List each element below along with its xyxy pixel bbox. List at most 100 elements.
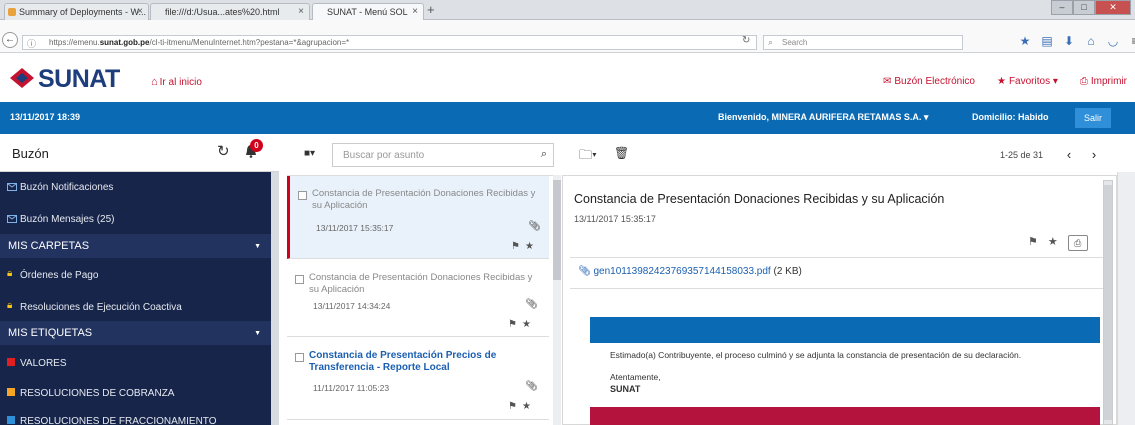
message-date: 11/11/2017 11:05:23 (313, 383, 390, 393)
section-title: MIS CARPETAS (8, 240, 90, 252)
bookmark-star-icon[interactable]: ★ (1018, 34, 1032, 48)
lock-icon: 🔒︎ (7, 300, 13, 311)
minimize-icon[interactable]: – (1051, 0, 1073, 15)
maximize-icon[interactable]: □ (1073, 0, 1095, 15)
message-item[interactable]: Constancia de Presentación Donaciones Re… (287, 176, 549, 259)
paperclip-icon: 📎︎ (528, 221, 541, 232)
sidebar-item-buzon-notificaciones[interactable]: Buzón Notificaciones (0, 172, 279, 200)
tag-square-icon (7, 388, 16, 397)
download-icon[interactable]: ⬇ (1062, 34, 1076, 48)
imprimir-label: Imprimir (1090, 76, 1127, 87)
sidebar: Buzón Notificaciones Buzón Mensajes (25)… (0, 172, 279, 425)
message-item[interactable]: Constancia de Presentación Precios de Tr… (287, 338, 549, 420)
printer-icon: ⎙ (1079, 76, 1088, 87)
reading-list-icon[interactable]: ▤ (1040, 34, 1054, 48)
logout-button[interactable]: Salir (1075, 108, 1111, 128)
back-arrow-icon[interactable]: ← (2, 32, 18, 48)
message-list-scroll-thumb[interactable] (553, 180, 561, 280)
trash-icon[interactable]: 🗑︎ (614, 146, 629, 160)
sidebar-item-resoluciones-coactiva[interactable]: 🔒︎ Resoluciones de Ejecución Coactiva (0, 292, 279, 320)
flag-icon[interactable]: ⚑ (508, 401, 522, 412)
home-link[interactable]: ⌂ Ir al inicio (151, 76, 202, 88)
star-icon[interactable]: ★ (525, 241, 539, 252)
new-tab-button[interactable]: + (427, 2, 435, 17)
paperclip-icon: 📎︎ (578, 266, 591, 277)
sidebar-item-resoluciones-cobranza[interactable]: RESOLUCIONES DE COBRANZA (0, 378, 279, 406)
page-scrollbar[interactable] (1117, 172, 1135, 425)
next-page-button[interactable]: › (1083, 145, 1105, 165)
close-icon[interactable]: × (412, 6, 418, 17)
message-date: 13/11/2017 14:34:24 (313, 301, 391, 311)
caret-down-icon: ▼ (254, 330, 261, 337)
header-links: ✉ Buzón Electrónico ★ Favoritos ▾ ⎙ Imprimi… (883, 76, 1127, 87)
browser-tab-file[interactable]: file:///d:/Usua...ates%20.html × (150, 3, 310, 20)
tab-label: Summary of Deployments - W... (19, 7, 147, 17)
message-item[interactable]: Constancia de Presentación Donaciones Re… (287, 260, 549, 337)
print-button[interactable]: ⎙ (1067, 235, 1088, 251)
email-body-text: Estimado(a) Contribuyente, el proceso cu… (610, 350, 1022, 360)
browser-tab-strip: Summary of Deployments - W... × file:///… (0, 0, 1135, 20)
folder-menu-icon[interactable]: 🗀︎▾ (579, 146, 597, 168)
browser-tab-sunat[interactable]: SUNAT - Menú SOL × (312, 3, 424, 20)
reading-pane-scroll-thumb[interactable] (1104, 185, 1112, 420)
flag-icon[interactable]: ⚑ (1028, 235, 1038, 251)
window-close-icon[interactable]: ✕ (1095, 0, 1131, 15)
imprimir-link[interactable]: ⎙ Imprimir (1080, 76, 1127, 87)
sidebar-item-ordenes-pago[interactable]: 🔒︎ Órdenes de Pago (0, 260, 279, 288)
buzon-electronico-link[interactable]: ✉ Buzón Electrónico (883, 76, 975, 87)
sidebar-item-resoluciones-fraccionamiento[interactable]: RESOLUCIONES DE FRACCIONAMIENTO (0, 406, 279, 425)
url-bar[interactable]: ⓘ https://emenu.sunat.gob.pe/cl-ti-itmen… (22, 35, 757, 50)
star-icon[interactable]: ★ (1048, 235, 1058, 251)
user-bar: 13/11/2017 18:39 Bienvenido, MINERA AURI… (0, 102, 1135, 134)
search-icon[interactable]: ⌕ (541, 148, 547, 161)
star-icon[interactable]: ★ (522, 319, 536, 330)
info-lock-icon[interactable]: ⓘ (27, 37, 36, 49)
star-icon[interactable]: ★ (522, 401, 536, 412)
lock-icon: 🔒︎ (7, 268, 13, 279)
email-header-band (590, 317, 1100, 343)
home-icon[interactable]: ⌂ (1084, 34, 1098, 48)
search-icon: ⌕ (768, 37, 774, 47)
attachment-size: (2 KB) (773, 266, 802, 277)
sidebar-item-label: VALORES (20, 358, 67, 369)
refresh-icon[interactable]: ↻ (217, 142, 230, 160)
home-link-label: Ir al inicio (159, 77, 202, 88)
pocket-icon[interactable]: ◡ (1106, 34, 1120, 48)
sidebar-scrollbar[interactable] (271, 172, 279, 425)
chevron-down-icon: ▾ (923, 112, 929, 122)
sunat-logo-icon (10, 68, 34, 88)
sidebar-item-buzon-mensajes[interactable]: Buzón Mensajes (25) (0, 204, 279, 232)
close-icon[interactable]: × (137, 6, 143, 17)
notification-badge: 0 (250, 139, 263, 152)
welcome-user-menu[interactable]: Bienvenido, MINERA AURIFERA RETAMAS S.A.… (718, 112, 928, 123)
select-menu-icon[interactable]: ■▾ (304, 148, 315, 159)
tab-label: SUNAT - Menú SOL (327, 7, 408, 17)
sunat-logo[interactable]: SUNAT (38, 65, 120, 94)
browser-search-input[interactable]: ⌕ Search (763, 35, 963, 50)
flag-icon[interactable]: ⚑ (508, 319, 522, 330)
message-checkbox[interactable] (295, 353, 304, 362)
email-signature: SUNAT (610, 384, 641, 394)
subject-search-input[interactable]: Buscar por asunto ⌕ (332, 143, 554, 167)
pagination-count: 1-25 de 31 (1000, 150, 1044, 160)
sidebar-item-label: Buzón Notificaciones (20, 182, 114, 193)
url-rest: /cl-ti-itmenu/MenuInternet.htm?pestana=*… (149, 38, 350, 47)
toolbar-spacer (0, 20, 1135, 33)
browser-tab-deployments[interactable]: Summary of Deployments - W... × (4, 3, 149, 20)
flag-icon[interactable]: ⚑ (511, 241, 525, 252)
reload-icon[interactable]: ↻ (742, 35, 750, 46)
sidebar-item-label: Resoluciones de Ejecución Coactiva (20, 302, 182, 313)
favoritos-link[interactable]: ★ Favoritos ▾ (997, 76, 1058, 87)
close-icon[interactable]: × (298, 6, 304, 17)
sidebar-title: Buzón (12, 146, 49, 161)
menu-hamburger-icon[interactable]: ≡ (1128, 34, 1135, 48)
url-prefix: https://emenu. (49, 38, 100, 47)
message-checkbox[interactable] (298, 191, 307, 200)
prev-page-button[interactable]: ‹ (1058, 145, 1080, 165)
attachment-link[interactable]: 📎︎ gen10113982423769357144158033.pdf (2 … (578, 266, 802, 277)
message-actions: ⚑★ (511, 241, 539, 252)
sidebar-item-valores[interactable]: VALORES (0, 348, 279, 376)
mis-carpetas-header[interactable]: MIS CARPETAS ▼ (0, 234, 271, 258)
mis-etiquetas-header[interactable]: MIS ETIQUETAS ▼ (0, 321, 271, 345)
message-checkbox[interactable] (295, 275, 304, 284)
